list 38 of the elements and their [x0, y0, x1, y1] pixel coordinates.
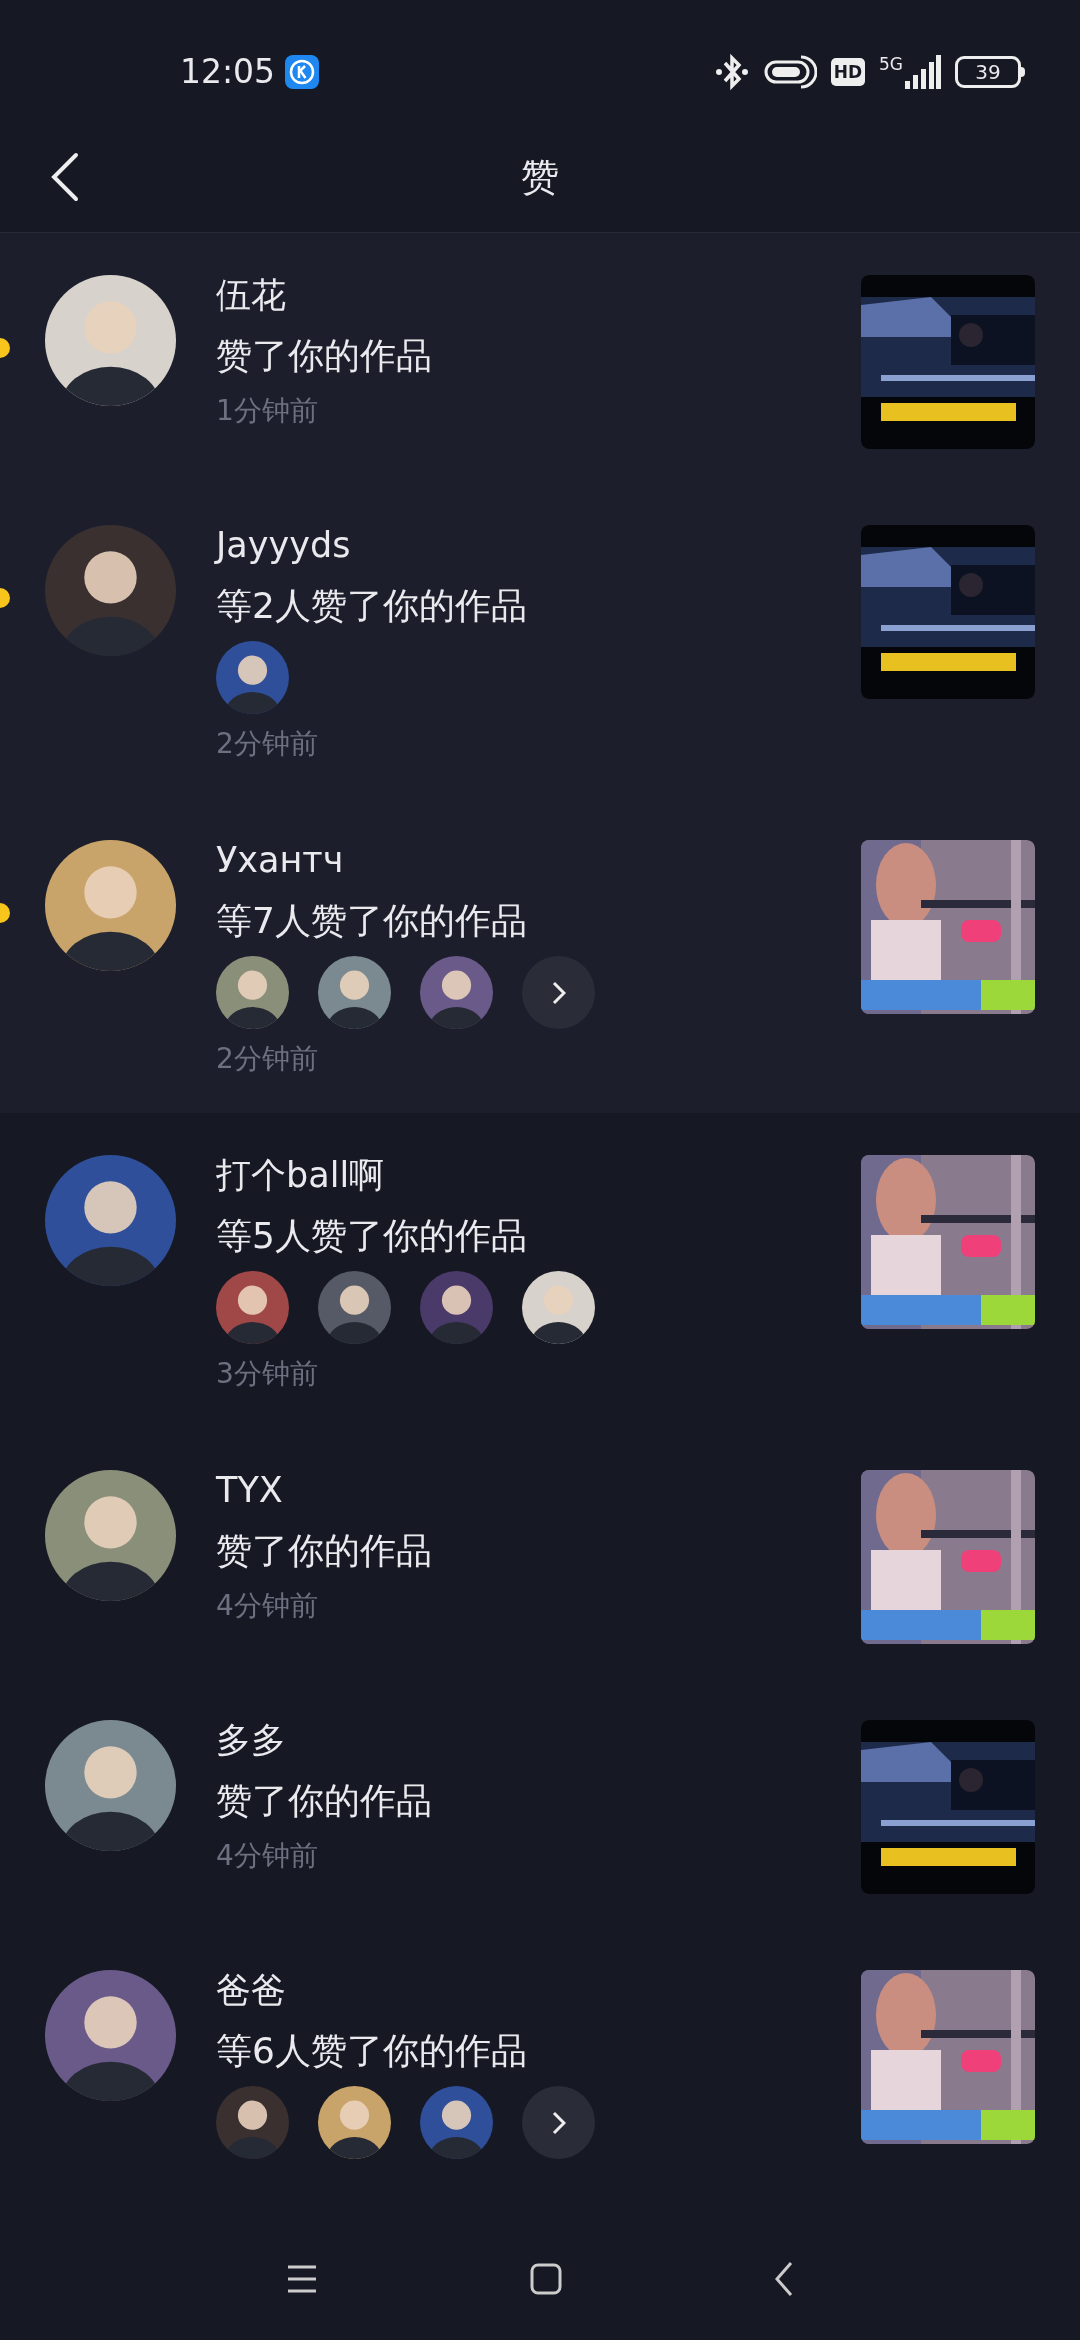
app-icon: [285, 55, 320, 89]
timestamp: 4分钟前: [216, 1588, 319, 1624]
like-message: 等2人赞了你的作品: [216, 584, 528, 628]
signal-icon: [905, 55, 941, 89]
timestamp: 2分钟前: [216, 1041, 319, 1077]
like-message: 赞了你的作品: [216, 1529, 433, 1573]
status-time: 12:05: [180, 51, 276, 94]
like-message: 等7人赞了你的作品: [216, 899, 528, 943]
notification-row[interactable]: Jayyyds 等2人赞了你的作品 2分钟前: [0, 483, 1080, 798]
bluetooth-icon: [714, 53, 749, 91]
user-name[interactable]: 多多: [216, 1716, 861, 1764]
like-message: 赞了你的作品: [216, 1779, 433, 1823]
back-icon[interactable]: [50, 152, 80, 202]
link-icon: [762, 53, 817, 91]
notification-row[interactable]: Ухантч 等7人赞了你的作品 2分钟前: [0, 798, 1080, 1113]
timestamp: 3分钟前: [216, 1356, 319, 1392]
notification-row[interactable]: 伍花 赞了你的作品 1分钟前: [0, 233, 1080, 483]
timestamp: 1分钟前: [216, 393, 319, 429]
like-message: 等6人赞了你的作品: [216, 2029, 528, 2073]
network-label: 5G: [879, 55, 903, 73]
timestamp: 2分钟前: [216, 726, 319, 762]
user-name[interactable]: Jayyyds: [216, 521, 861, 569]
chevron-right-icon: [551, 980, 566, 1005]
like-message: 赞了你的作品: [216, 334, 433, 378]
home-icon[interactable]: [530, 2263, 562, 2295]
timestamp: 4分钟前: [216, 1838, 319, 1874]
like-message: 等5人赞了你的作品: [216, 1214, 528, 1258]
user-name[interactable]: Ухантч: [216, 836, 861, 884]
user-name[interactable]: TYX: [216, 1466, 861, 1514]
user-name[interactable]: 伍花: [216, 271, 861, 319]
menu-icon[interactable]: [286, 2264, 318, 2294]
hd-badge: HD: [830, 58, 865, 86]
battery-level-text: 39: [975, 62, 1001, 82]
chevron-right-icon: [551, 2110, 566, 2135]
user-name[interactable]: 爸爸: [216, 1966, 861, 2014]
back-icon[interactable]: [774, 2261, 794, 2297]
page-title: 赞: [521, 153, 559, 201]
user-name[interactable]: 打个ball啊: [216, 1151, 861, 1199]
